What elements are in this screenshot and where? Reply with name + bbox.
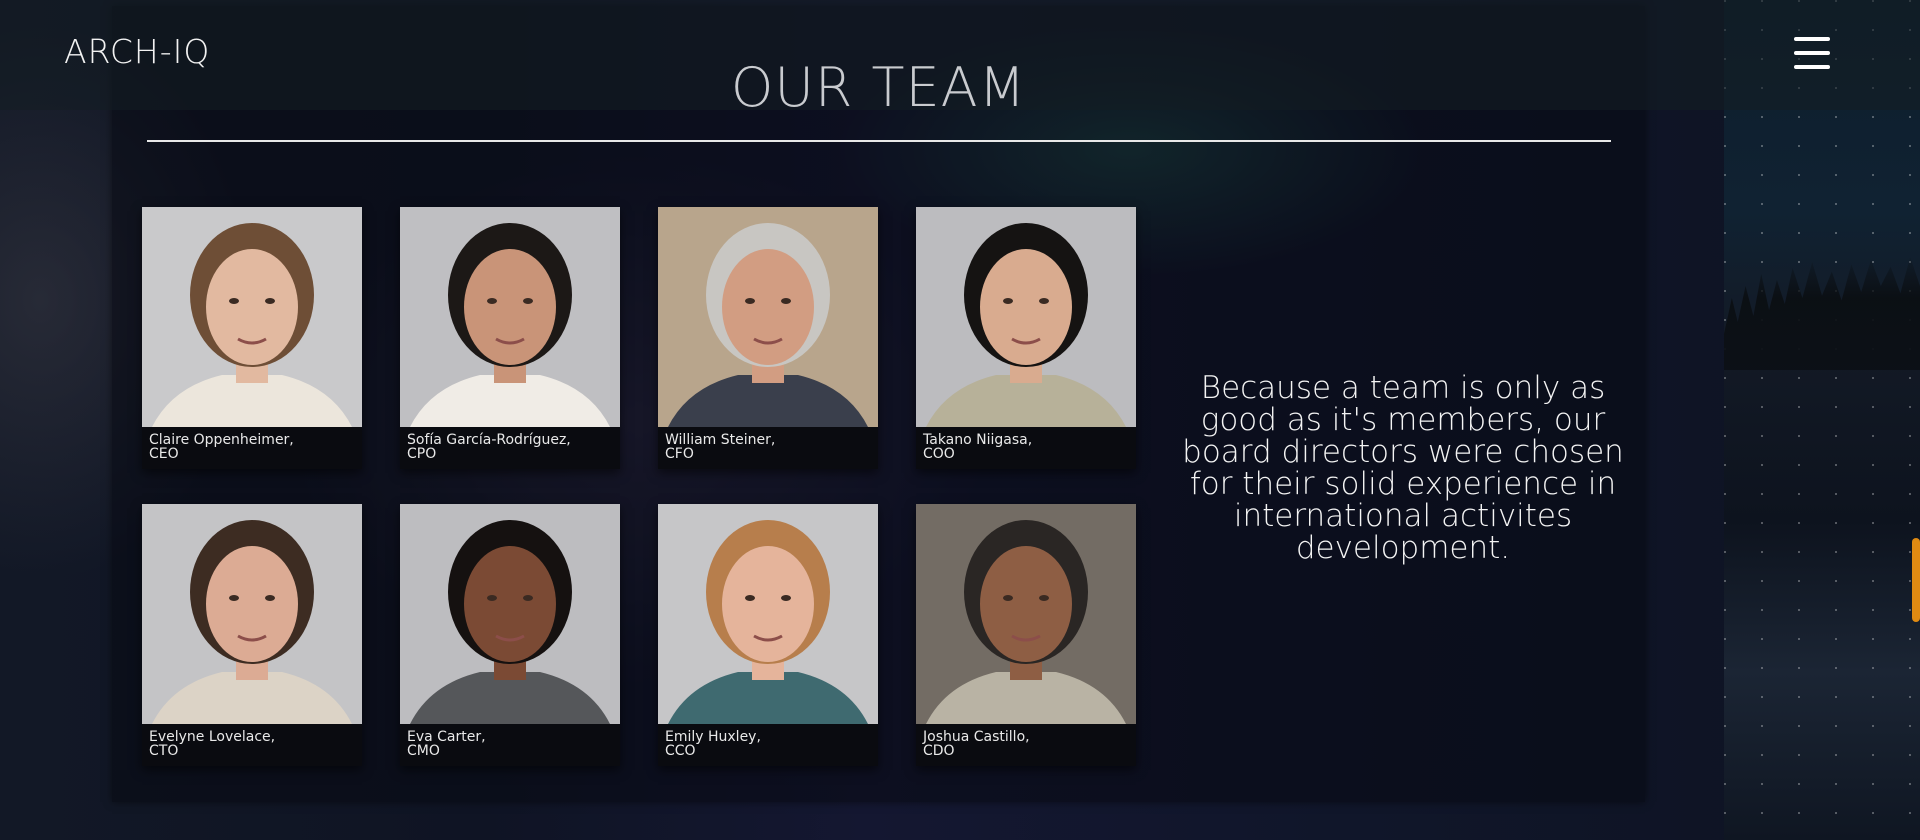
portrait-eye xyxy=(229,298,239,304)
team-member-card[interactable]: Claire Oppenheimer, CEO xyxy=(142,207,362,469)
team-member-card[interactable]: Sofía García-Rodríguez, CPO xyxy=(400,207,620,469)
portrait-face xyxy=(206,546,298,662)
portrait-eye xyxy=(523,595,533,601)
portrait-eye xyxy=(1039,595,1049,601)
team-member-caption: Evelyne Lovelace, CTO xyxy=(149,730,359,758)
portrait-face xyxy=(722,546,814,662)
portrait-eye xyxy=(781,595,791,601)
team-member-name: Joshua Castillo, xyxy=(923,729,1030,745)
portrait-eye xyxy=(1003,595,1013,601)
team-member-card[interactable]: Evelyne Lovelace, CTO xyxy=(142,504,362,766)
team-member-name: William Steiner, xyxy=(665,432,776,448)
team-member-photo xyxy=(400,207,620,427)
night-sky-background xyxy=(1724,0,1920,840)
team-member-photo xyxy=(400,504,620,724)
team-member-role: CFO xyxy=(665,446,694,462)
team-member-role: CCO xyxy=(665,743,696,759)
portrait-illustration xyxy=(916,207,1136,427)
team-tagline: Because a team is only as good as it's m… xyxy=(1182,370,1624,566)
portrait-face xyxy=(464,546,556,662)
portrait-eye xyxy=(1003,298,1013,304)
portrait-eye xyxy=(487,595,497,601)
team-member-caption: Claire Oppenheimer, CEO xyxy=(149,433,359,461)
team-member-role: CMO xyxy=(407,743,440,759)
portrait-illustration xyxy=(142,504,362,724)
team-member-caption: Emily Huxley, CCO xyxy=(665,730,875,758)
team-member-caption: Takano Niigasa, COO xyxy=(923,433,1133,461)
portrait-eye xyxy=(523,298,533,304)
portrait-illustration xyxy=(658,504,878,724)
team-member-name: Sofía García-Rodríguez, xyxy=(407,432,571,448)
portrait-face xyxy=(464,249,556,365)
portrait-eye xyxy=(265,298,275,304)
team-member-card[interactable]: Joshua Castillo, CDO xyxy=(916,504,1136,766)
team-member-caption: William Steiner, CFO xyxy=(665,433,875,461)
portrait-eye xyxy=(265,595,275,601)
team-member-name: Claire Oppenheimer, xyxy=(149,432,294,448)
portrait-illustration xyxy=(916,504,1136,724)
team-member-role: COO xyxy=(923,446,955,462)
team-member-photo xyxy=(142,504,362,724)
hamburger-menu-icon[interactable] xyxy=(1794,37,1830,71)
team-member-card[interactable]: Takano Niigasa, COO xyxy=(916,207,1136,469)
team-member-photo xyxy=(142,207,362,427)
team-member-caption: Joshua Castillo, CDO xyxy=(923,730,1133,758)
portrait-illustration xyxy=(142,207,362,427)
portrait-eye xyxy=(487,298,497,304)
team-member-role: CTO xyxy=(149,743,179,759)
team-member-name: Emily Huxley, xyxy=(665,729,761,745)
portrait-face xyxy=(722,249,814,365)
team-member-caption: Eva Carter, CMO xyxy=(407,730,617,758)
team-member-photo xyxy=(658,207,878,427)
team-member-photo xyxy=(916,504,1136,724)
team-member-photo xyxy=(916,207,1136,427)
portrait-illustration xyxy=(400,504,620,724)
portrait-eye xyxy=(745,595,755,601)
portrait-illustration xyxy=(400,207,620,427)
portrait-face xyxy=(980,546,1072,662)
team-member-photo xyxy=(658,504,878,724)
team-member-card[interactable]: Emily Huxley, CCO xyxy=(658,504,878,766)
scrollbar-thumb[interactable] xyxy=(1912,538,1920,622)
team-member-role: CPO xyxy=(407,446,437,462)
portrait-eye xyxy=(1039,298,1049,304)
team-member-role: CEO xyxy=(149,446,179,462)
portrait-eye xyxy=(229,595,239,601)
team-member-name: Evelyne Lovelace, xyxy=(149,729,276,745)
page-background: ARCH-IQ OUR TEAM Claire Oppenheimer, CEO… xyxy=(0,0,1920,840)
portrait-illustration xyxy=(658,207,878,427)
title-divider xyxy=(147,140,1611,142)
team-member-name: Eva Carter, xyxy=(407,729,486,745)
section-title: OUR TEAM xyxy=(730,56,1027,119)
portrait-face xyxy=(206,249,298,365)
team-member-caption: Sofía García-Rodríguez, CPO xyxy=(407,433,617,461)
portrait-eye xyxy=(745,298,755,304)
team-member-card[interactable]: Eva Carter, CMO xyxy=(400,504,620,766)
team-member-card[interactable]: William Steiner, CFO xyxy=(658,207,878,469)
portrait-eye xyxy=(781,298,791,304)
team-member-name: Takano Niigasa, xyxy=(923,432,1033,448)
team-member-role: CDO xyxy=(923,743,955,759)
portrait-face xyxy=(980,249,1072,365)
